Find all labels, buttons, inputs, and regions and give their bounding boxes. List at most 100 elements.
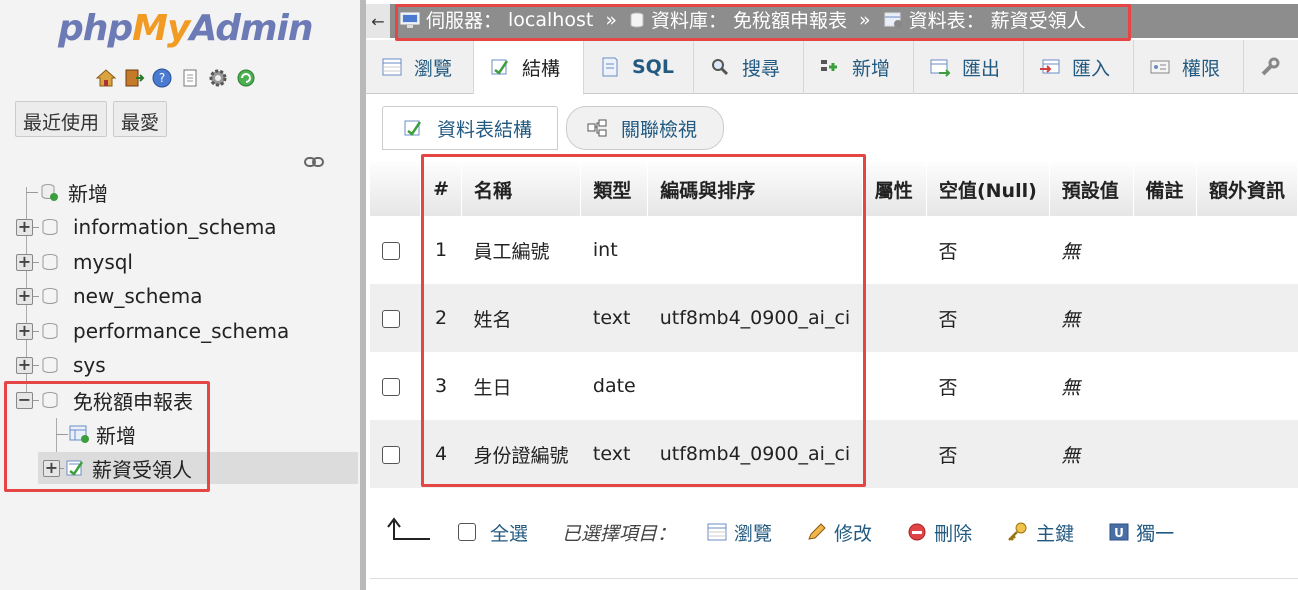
expand-icon[interactable]: + <box>16 218 33 236</box>
breadcrumb-server[interactable]: 伺服器： localhost <box>400 6 593 33</box>
database-icon <box>39 216 61 238</box>
cell-type: date <box>580 352 648 420</box>
expand-icon[interactable]: + <box>16 253 33 271</box>
collapse-icon[interactable]: − <box>16 391 33 409</box>
tab-export[interactable]: 匯出 <box>914 40 1024 94</box>
row-checkbox[interactable] <box>382 309 400 328</box>
key-icon <box>1008 522 1027 541</box>
select-all-checkbox[interactable] <box>458 523 476 541</box>
header-num[interactable]: # <box>420 162 462 216</box>
row-checkbox[interactable] <box>382 377 400 396</box>
tree-item-mysql[interactable]: + mysql <box>16 246 133 278</box>
tree-item-performance-schema[interactable]: + performance_schema <box>16 315 289 347</box>
tree-item-table-recipients[interactable]: + 薪資受領人 <box>43 452 192 484</box>
structure-icon <box>401 116 425 140</box>
expand-icon[interactable]: + <box>16 356 33 374</box>
tree-item-label: 免稅額申報表 <box>73 389 193 414</box>
database-icon <box>630 12 644 27</box>
select-arrow-icon <box>386 516 432 548</box>
favorite-tables-button[interactable]: 最愛 <box>113 101 168 137</box>
insert-icon <box>818 55 842 79</box>
cell-comment <box>1133 284 1197 352</box>
tab-privileges[interactable]: 權限 <box>1134 40 1244 94</box>
reload-icon[interactable] <box>234 66 258 90</box>
tab-label: 結構 <box>522 57 561 80</box>
header-collation[interactable]: 編碼與排序 <box>647 162 863 216</box>
recent-tables-button[interactable]: 最近使用 <box>15 101 108 137</box>
row-checkbox[interactable] <box>382 445 400 464</box>
header-name[interactable]: 名稱 <box>461 162 582 216</box>
cell-collation <box>647 216 863 284</box>
cell-collation: utf8mb4_0900_ai_ci <box>647 420 863 488</box>
tab-insert[interactable]: 新增 <box>804 40 914 94</box>
breadcrumb-table[interactable]: 資料表： 薪資受領人 <box>883 6 1086 33</box>
tree-item-new-table[interactable]: 新增 <box>56 418 136 450</box>
tab-sql[interactable]: SQL <box>584 40 694 94</box>
header-null[interactable]: 空值(Null) <box>926 162 1050 216</box>
subtab-table-structure[interactable]: 資料表結構 <box>382 106 558 150</box>
privileges-icon <box>1148 55 1172 79</box>
row-checkbox[interactable] <box>382 241 400 260</box>
tree-item-label: sys <box>73 353 106 377</box>
cell-num: 4 <box>420 420 462 488</box>
subtab-label: 關聯檢視 <box>621 118 698 141</box>
row-select-cell <box>370 352 421 420</box>
tree-item-label: information_schema <box>73 215 277 239</box>
tab-import[interactable]: 匯入 <box>1024 40 1134 94</box>
tree-item-sys[interactable]: + sys <box>16 349 106 381</box>
subtab-relation-view[interactable]: 關聯檢視 <box>566 106 724 150</box>
expand-icon[interactable]: + <box>16 287 33 305</box>
tab-bar: 瀏覽 結構 SQL 搜尋 新增 匯出 匯入 權限 <box>366 40 1298 95</box>
header-default[interactable]: 預設值 <box>1049 162 1134 216</box>
breadcrumb-separator: » <box>605 8 617 31</box>
tree-item-information-schema[interactable]: + information_schema <box>16 211 277 243</box>
header-comment[interactable]: 備註 <box>1133 162 1197 216</box>
collapse-nav-button[interactable]: ← <box>366 4 390 38</box>
header-extra[interactable]: 額外資訊 <box>1196 162 1298 216</box>
tree-item-label: mysql <box>73 250 133 274</box>
docs-icon[interactable] <box>178 66 202 90</box>
primary-key-button[interactable]: 主鍵 <box>1006 519 1074 546</box>
header-type[interactable]: 類型 <box>580 162 649 216</box>
svg-text:U: U <box>1114 526 1124 540</box>
expand-icon[interactable]: + <box>43 459 60 477</box>
change-selected-button[interactable]: 修改 <box>806 519 872 546</box>
exit-icon[interactable] <box>122 66 146 90</box>
breadcrumb-database[interactable]: 資料庫： 免稅額申報表 <box>629 6 847 33</box>
tree-item-tax-db[interactable]: − 免稅額申報表 <box>16 384 193 416</box>
link-icon[interactable] <box>304 152 324 174</box>
cell-attributes <box>862 284 927 352</box>
cell-extra <box>1196 352 1298 420</box>
table-header-row: # 名稱 類型 編碼與排序 屬性 空值(Null) 預設值 備註 額外資訊 <box>370 162 1298 216</box>
tab-browse[interactable]: 瀏覽 <box>366 40 474 94</box>
tab-operations[interactable] <box>1244 40 1298 94</box>
database-icon <box>39 354 61 376</box>
select-all-label[interactable]: 全選 <box>490 519 528 546</box>
action-label: 主鍵 <box>1036 522 1075 545</box>
tab-search[interactable]: 搜尋 <box>694 40 804 94</box>
settings-icon[interactable] <box>206 66 230 90</box>
action-label: 刪除 <box>934 522 973 545</box>
unique-key-button[interactable]: U 獨一 <box>1108 519 1174 546</box>
home-icon[interactable] <box>94 66 118 90</box>
cell-type: text <box>580 420 648 488</box>
with-selected-label: 已選擇項目： <box>562 522 677 545</box>
expand-icon[interactable]: + <box>16 322 33 340</box>
export-icon <box>928 55 952 79</box>
relation-icon <box>585 116 609 140</box>
browse-icon <box>707 523 727 541</box>
drop-selected-button[interactable]: 刪除 <box>906 519 972 546</box>
help-icon[interactable]: ? <box>150 66 174 90</box>
browse-selected-button[interactable]: 瀏覽 <box>706 519 772 546</box>
tab-structure[interactable]: 結構 <box>474 40 584 95</box>
cell-default: 無 <box>1049 352 1134 420</box>
pencil-icon <box>808 523 826 540</box>
unique-icon: U <box>1109 523 1129 541</box>
header-attributes[interactable]: 屬性 <box>862 162 927 216</box>
logo-php: php <box>58 8 133 49</box>
tree-item-new-schema[interactable]: + new_schema <box>16 280 202 312</box>
cell-num: 2 <box>420 284 462 352</box>
phpmyadmin-logo[interactable]: phpMyAdmin <box>58 8 313 49</box>
tree-item-label: 新增 <box>96 423 136 448</box>
tree-item-new-database[interactable]: 新增 <box>26 176 108 208</box>
